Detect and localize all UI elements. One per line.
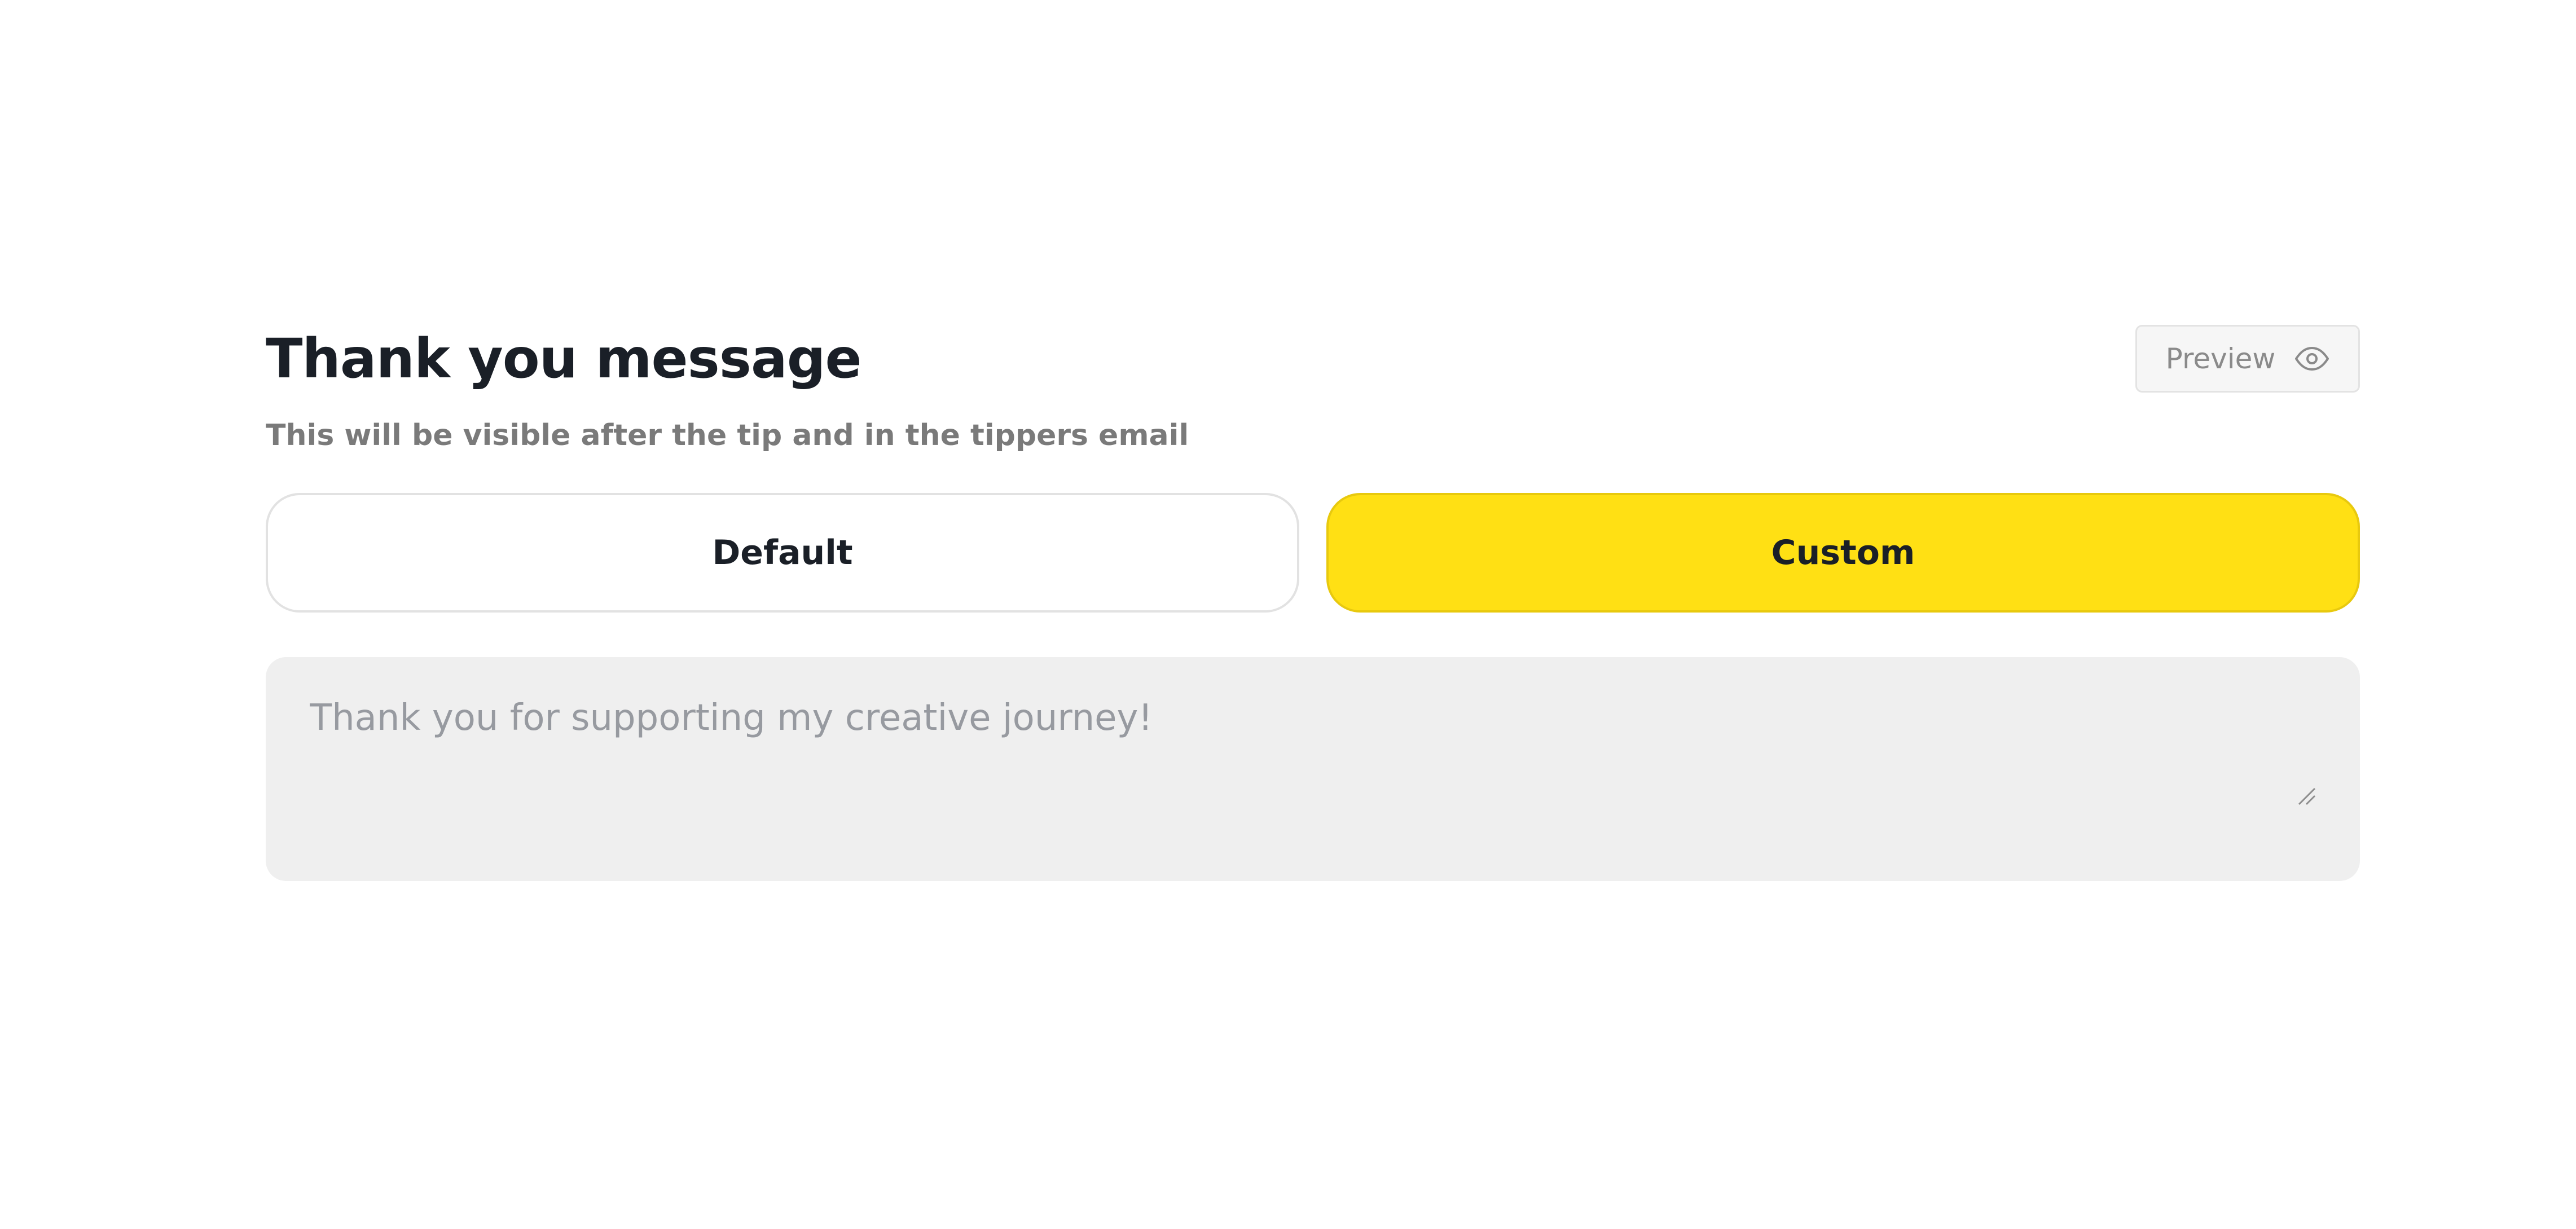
custom-option-button[interactable]: Custom: [1326, 493, 2360, 613]
message-input-container: [266, 657, 2360, 881]
default-option-button[interactable]: Default: [266, 493, 1299, 613]
section-title: Thank you message: [266, 327, 862, 390]
resize-handle-icon[interactable]: [2297, 786, 2316, 805]
section-subtitle: This will be visible after the tip and i…: [266, 419, 1189, 452]
preview-button-label: Preview: [2165, 342, 2276, 375]
message-mode-toggle: Default Custom: [266, 493, 2360, 613]
eye-icon: [2294, 346, 2329, 371]
preview-button[interactable]: Preview: [2135, 325, 2360, 393]
thank-you-message-input[interactable]: [310, 695, 2316, 843]
